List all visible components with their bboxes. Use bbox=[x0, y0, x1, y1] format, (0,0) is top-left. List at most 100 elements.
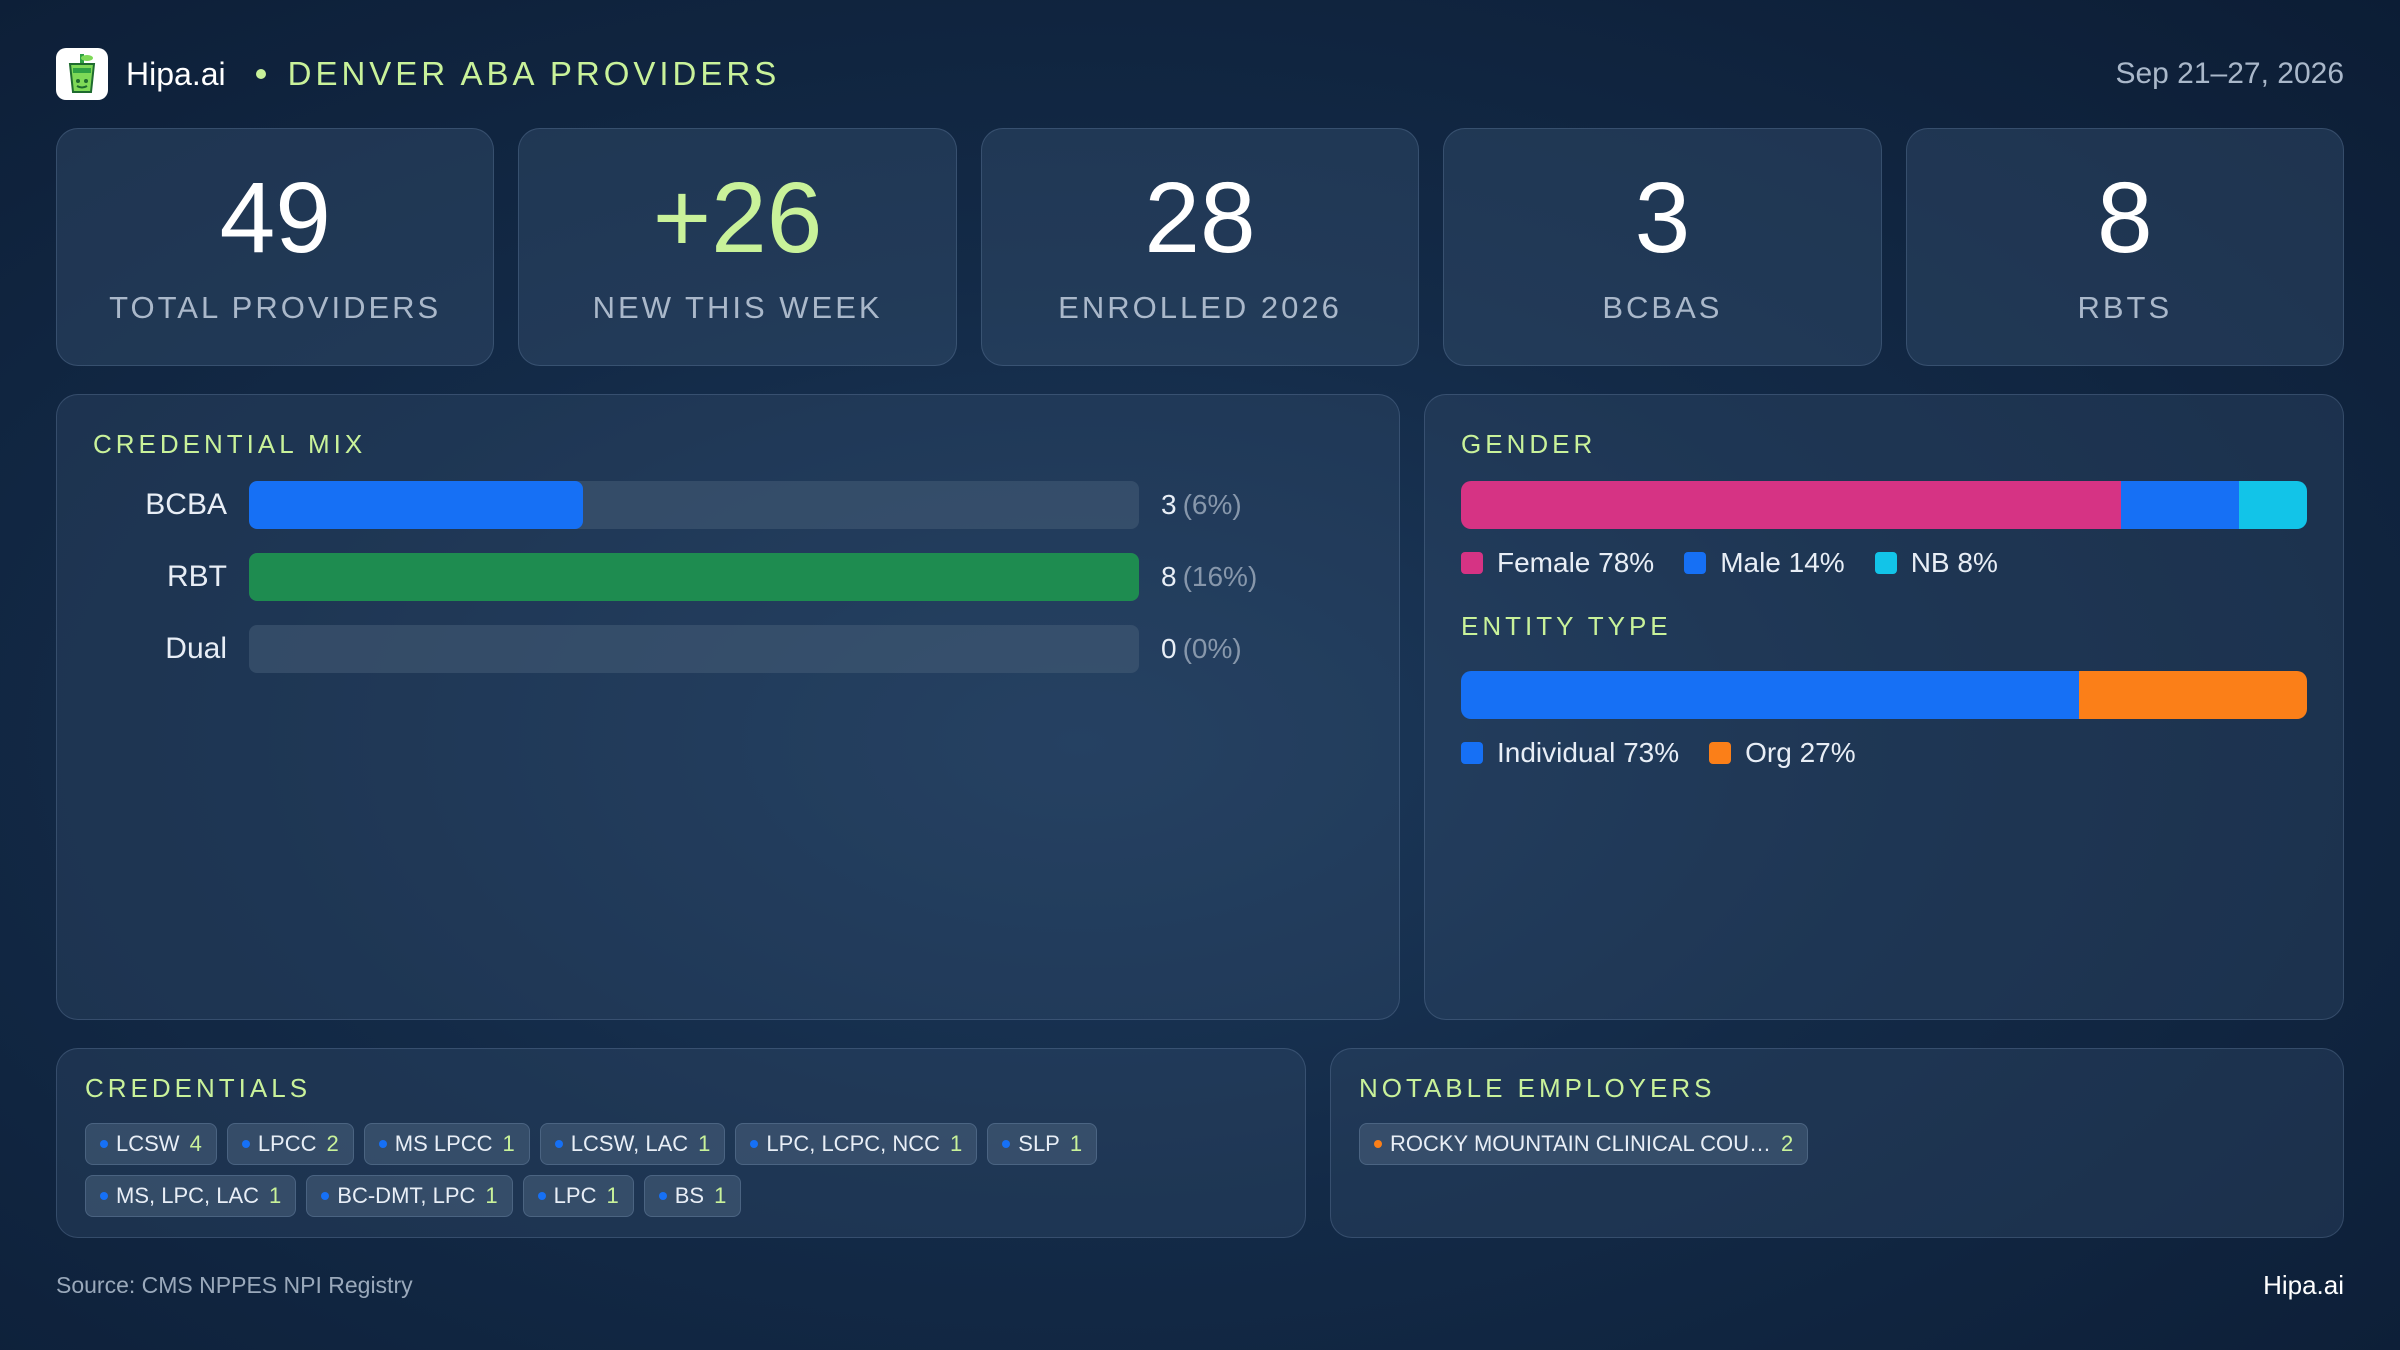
chip-count: 1 bbox=[269, 1183, 282, 1208]
legend-swatch bbox=[1461, 552, 1483, 574]
app-logo bbox=[56, 48, 108, 100]
chip-dot bbox=[658, 1192, 667, 1200]
credentials-chip: BS 1 bbox=[643, 1175, 742, 1217]
chip-label: SLP bbox=[1018, 1131, 1060, 1156]
chip-label: LPC bbox=[553, 1183, 597, 1208]
chip-label: ROCKY MOUNTAIN CLINICAL COU… bbox=[1390, 1131, 1771, 1156]
panel-title: CREDENTIALS bbox=[85, 1073, 312, 1103]
kpi-card-new-this-week: +26 NEW THIS WEEK bbox=[518, 128, 957, 366]
kpi-card-rbts: 8 RBTS bbox=[1905, 128, 2345, 366]
kpi-value: 8 bbox=[2097, 162, 2153, 274]
credentials-chip: LPCC 2 bbox=[226, 1123, 354, 1165]
gender-legend: Female 78% Male 14% NB 8% bbox=[1461, 547, 2028, 579]
bar-track bbox=[249, 625, 1139, 673]
credentials-chip-list: LCSW 4 LPCC 2 MS LPCC 1 LCSW, LAC 1 LPC, LCPC, N… bbox=[85, 1123, 1281, 1217]
kpi-card-total-providers: 49 TOTAL PROVIDERS bbox=[56, 128, 495, 366]
bar-value-percent: (6%) bbox=[1182, 489, 1242, 520]
bar-row: RBT 8 (16%) bbox=[93, 553, 1257, 601]
chip-count: 1 bbox=[606, 1183, 619, 1208]
legend-label: Individual 73% bbox=[1497, 737, 1680, 768]
credential-mix-panel: CREDENTIAL MIX BCBA 3 (6%) RBT 8 (16%) Dual 0 (0… bbox=[56, 394, 1400, 1020]
gender-title: GENDER bbox=[1461, 429, 1597, 459]
bar-value-label: 3 (6%) bbox=[1161, 489, 1242, 521]
chip-dot bbox=[1002, 1140, 1011, 1148]
entity-segment-individual bbox=[1461, 671, 2079, 719]
chip-count: 4 bbox=[189, 1131, 202, 1156]
chip-label: BC-DMT, LPC bbox=[337, 1183, 476, 1208]
legend-swatch bbox=[1709, 742, 1732, 764]
chip-label: LCSW, LAC bbox=[570, 1131, 689, 1156]
kpi-label: RBTS bbox=[2077, 290, 2173, 325]
legend-label: Male 14% bbox=[1720, 547, 1845, 578]
chip-label: MS LPCC bbox=[394, 1131, 493, 1156]
bar-value-percent: (0%) bbox=[1182, 633, 1242, 664]
kpi-row: 49 TOTAL PROVIDERS +26 NEW THIS WEEK 28 … bbox=[56, 128, 2345, 366]
brand-name: Hipa.ai bbox=[126, 55, 226, 92]
chip-label: MS, LPC, LAC bbox=[116, 1183, 260, 1208]
bar-track bbox=[249, 553, 1139, 601]
employers-chip: ROCKY MOUNTAIN CLINICAL COU… 2 bbox=[1359, 1123, 1809, 1165]
chip-dot bbox=[100, 1140, 108, 1148]
bar-category-label: BCBA bbox=[145, 488, 227, 521]
source-note: Source: CMS NPPES NPI Registry bbox=[56, 1272, 413, 1298]
bar-value-label: 8 (16%) bbox=[1161, 561, 1257, 593]
chip-label: LPCC bbox=[257, 1131, 317, 1156]
kpi-label: ENROLLED 2026 bbox=[1058, 290, 1342, 325]
entity-type-title: ENTITY TYPE bbox=[1461, 611, 1672, 641]
entity-segment-org bbox=[2078, 671, 2307, 719]
chip-dot bbox=[750, 1140, 759, 1148]
chip-dot bbox=[321, 1192, 330, 1200]
bar-value-count: 0 bbox=[1161, 633, 1177, 664]
chip-count: 2 bbox=[326, 1131, 339, 1156]
bar-value-percent: (16%) bbox=[1182, 561, 1258, 592]
kpi-label: NEW THIS WEEK bbox=[592, 290, 883, 325]
bar-track bbox=[249, 481, 1139, 529]
bar-row: Dual 0 (0%) bbox=[93, 625, 1242, 673]
kpi-card-bcbas: 3 BCBAS bbox=[1443, 128, 1882, 366]
kpi-value: 49 bbox=[219, 162, 331, 274]
legend-swatch bbox=[1874, 552, 1897, 574]
chip-count: 1 bbox=[950, 1131, 963, 1156]
gender-segment-male bbox=[2120, 481, 2240, 529]
legend-label: Org 27% bbox=[1745, 737, 1856, 768]
bar-value-count: 3 bbox=[1161, 489, 1177, 520]
chip-dot bbox=[100, 1192, 108, 1200]
credentials-chip: LCSW 4 bbox=[85, 1123, 217, 1165]
footer-brand: Hipa.ai bbox=[2263, 1270, 2344, 1300]
bar-value-count: 8 bbox=[1161, 561, 1177, 592]
chip-count: 1 bbox=[698, 1131, 711, 1156]
kpi-label: TOTAL PROVIDERS bbox=[109, 290, 442, 325]
demographics-panel: GENDER Female 78% Male 14% NB 8% ENTITY … bbox=[1424, 394, 2344, 1020]
panel-title: NOTABLE EMPLOYERS bbox=[1359, 1073, 1716, 1103]
credentials-chip: BC-DMT, LPC 1 bbox=[306, 1175, 513, 1217]
chip-label: LPC, LCPC, NCC bbox=[766, 1131, 941, 1156]
credentials-chip: MS, LPC, LAC 1 bbox=[85, 1175, 297, 1217]
date-range: Sep 21–27, 2026 bbox=[2115, 57, 2344, 90]
credentials-chip: MS LPCC 1 bbox=[363, 1123, 530, 1165]
kpi-value: 28 bbox=[1144, 162, 1256, 274]
chip-label: LCSW bbox=[116, 1131, 180, 1156]
credentials-panel: CREDENTIALS LCSW 4 LPCC 2 MS LPCC 1 LCSW, LAC 1… bbox=[56, 1048, 1306, 1238]
kpi-value: 3 bbox=[1634, 162, 1691, 274]
kpi-label: BCBAS bbox=[1602, 290, 1723, 325]
legend-item-individual: Individual 73% bbox=[1461, 737, 1679, 769]
chip-count: 1 bbox=[502, 1131, 515, 1156]
credentials-chip: SLP 1 bbox=[987, 1123, 1098, 1165]
legend-label: NB 8% bbox=[1910, 547, 1998, 578]
credentials-chip: LCSW, LAC 1 bbox=[539, 1123, 726, 1165]
cup-icon bbox=[68, 54, 96, 93]
bar-row: BCBA 3 (6%) bbox=[93, 481, 1242, 529]
bar-fill-bcba bbox=[249, 481, 583, 529]
entity-type-stacked-bar bbox=[1461, 671, 2307, 719]
kpi-card-enrolled: 28 ENROLLED 2026 bbox=[980, 128, 1420, 366]
legend-swatch bbox=[1684, 552, 1707, 574]
credentials-chip: LPC 1 bbox=[522, 1175, 634, 1217]
legend-swatch bbox=[1461, 742, 1483, 764]
bar-value-label: 0 (0%) bbox=[1161, 633, 1242, 665]
gender-stacked-bar bbox=[1461, 481, 2307, 529]
chip-count: 1 bbox=[1069, 1131, 1083, 1156]
header: Hipa.ai DENVER ABA PROVIDERS Sep 21–27, … bbox=[56, 46, 2344, 102]
chip-dot bbox=[241, 1140, 250, 1148]
entity-type-legend: Individual 73% Org 27% bbox=[1461, 737, 1886, 769]
legend-item-male: Male 14% bbox=[1684, 547, 1845, 579]
